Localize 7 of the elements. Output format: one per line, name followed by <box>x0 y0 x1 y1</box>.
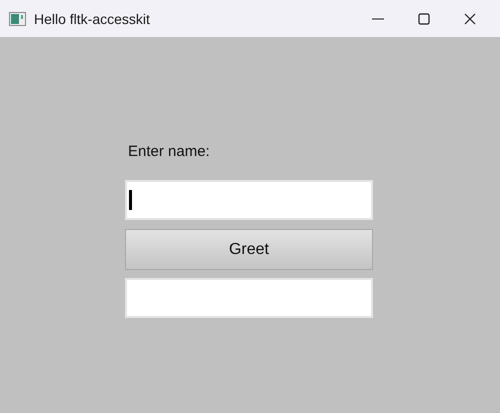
app-icon <box>9 12 26 26</box>
window-title: Hello fltk-accesskit <box>34 10 151 26</box>
maximize-icon[interactable] <box>418 12 430 24</box>
close-icon[interactable] <box>464 12 476 24</box>
greet-button[interactable]: Greet <box>125 229 373 270</box>
name-input-field[interactable] <box>125 180 373 220</box>
name-label: Enter name: <box>128 143 210 161</box>
